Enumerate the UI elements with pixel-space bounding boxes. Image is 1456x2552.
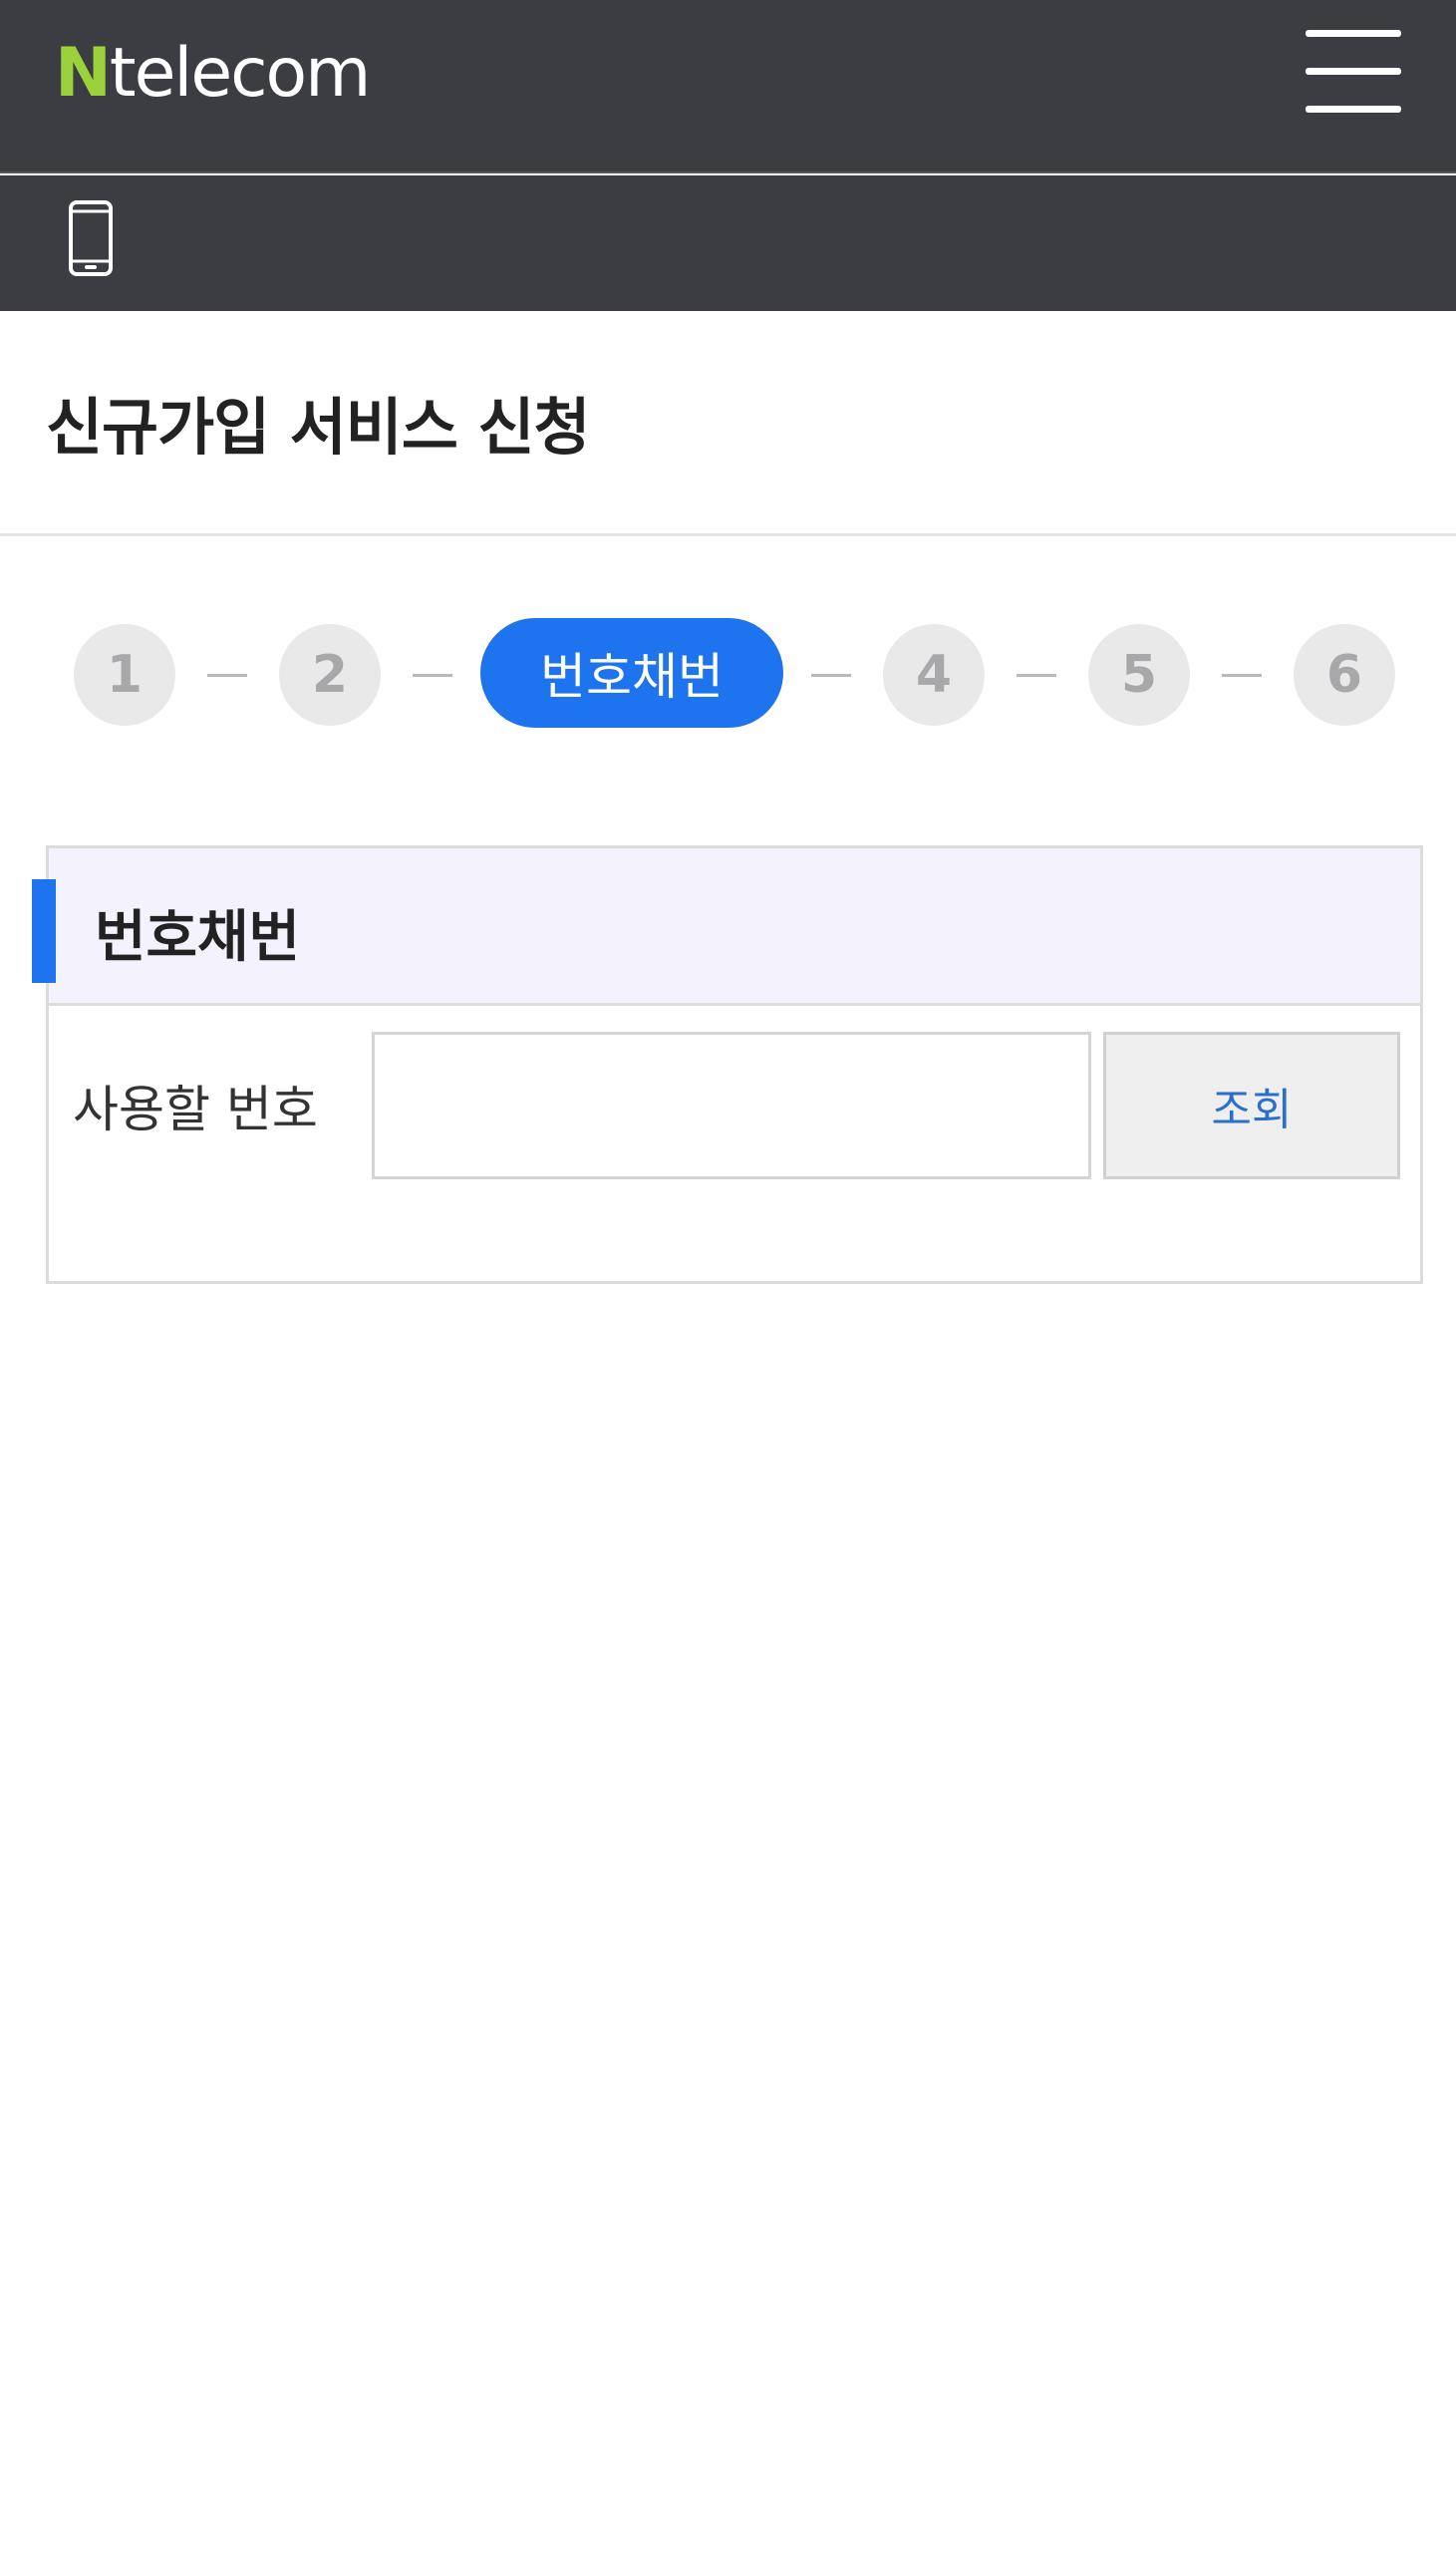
panel-header: 번호채번 (49, 848, 1420, 1006)
phone-number-label: 사용할 번호 (73, 1081, 318, 1138)
step-progress-indicator: 1 2 번호채번 4 5 6 (0, 618, 1456, 732)
panel-title: 번호채번 (95, 905, 301, 970)
step-6: 6 (1294, 624, 1395, 726)
step-connector (207, 674, 247, 677)
page-title: 신규가입 서비스 신청 (46, 391, 591, 464)
hamburger-menu-icon[interactable] (1302, 30, 1405, 114)
step-3-active: 번호채번 (480, 618, 783, 728)
search-button[interactable]: 조회 (1103, 1032, 1400, 1179)
step-1: 1 (74, 624, 175, 726)
logo-wordmark: telecom (109, 34, 371, 113)
phone-number-input[interactable] (372, 1032, 1091, 1179)
step-5: 5 (1088, 624, 1190, 726)
ntelecom-logo[interactable]: N telecom (55, 34, 371, 114)
panel-accent-bar (32, 879, 56, 983)
menu-line-top (1306, 30, 1401, 37)
number-assignment-panel: 번호채번 사용할 번호 조회 (46, 845, 1423, 1284)
menu-line-bottom (1306, 106, 1401, 113)
top-navigation-bar: N telecom (0, 0, 1456, 173)
menu-line-middle (1306, 68, 1401, 75)
logo-letter-n: N (55, 34, 112, 113)
step-connector (1222, 674, 1262, 677)
step-connector (811, 674, 851, 677)
step-2: 2 (279, 624, 381, 726)
step-4: 4 (883, 624, 985, 726)
mobile-phone-icon[interactable] (68, 199, 114, 277)
step-connector (413, 674, 452, 677)
step-connector (1017, 674, 1056, 677)
sub-navigation-bar (0, 175, 1456, 311)
page-title-area: 신규가입 서비스 신청 (0, 311, 1456, 536)
